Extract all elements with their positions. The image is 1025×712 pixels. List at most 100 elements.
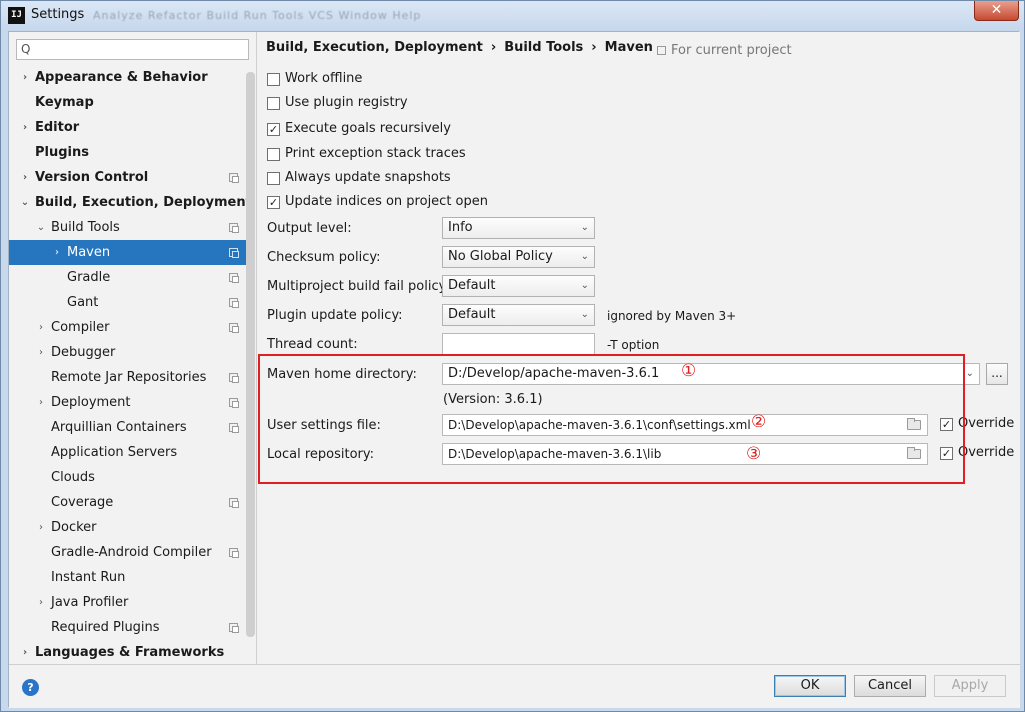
output-level-label: Output level:	[267, 221, 352, 236]
project-scope-icon	[229, 623, 239, 633]
sidebar-item-label: Compiler	[51, 320, 110, 335]
sidebar-item-coverage[interactable]: Coverage	[9, 490, 246, 515]
checkbox-label: Use plugin registry	[285, 95, 408, 110]
project-scope-note: For current project	[657, 43, 792, 58]
settings-window: IJ Settings Analyze Refactor Build Run T…	[0, 0, 1025, 712]
window-title: Settings	[31, 7, 85, 22]
sidebar-item-arquillian-containers[interactable]: Arquillian Containers	[9, 415, 246, 440]
browse-button[interactable]: ...	[986, 363, 1008, 385]
sidebar-item-appearance-behavior[interactable]: › Appearance & Behavior	[9, 65, 246, 90]
sidebar-item-languages-frameworks[interactable]: › Languages & Frameworks	[9, 640, 246, 665]
sidebar-item-instant-run[interactable]: Instant Run	[9, 565, 246, 590]
sidebar-item-maven[interactable]: › Maven	[9, 240, 246, 265]
chevron-right-icon[interactable]: ›	[36, 590, 46, 615]
sidebar-item-gant[interactable]: Gant	[9, 290, 246, 315]
chevron-down-icon: ⌄	[580, 309, 589, 320]
sidebar-item-label: Gant	[67, 295, 99, 310]
override-label: Override	[958, 416, 1015, 431]
project-scope-icon	[229, 398, 239, 408]
thread-count-input[interactable]	[442, 333, 595, 355]
update-indices-checkbox[interactable]: ✓	[267, 196, 280, 209]
sidebar-item-required-plugins[interactable]: Required Plugins	[9, 615, 246, 640]
thread-count-hint: -T option	[607, 338, 660, 352]
chevron-right-icon[interactable]: ›	[36, 315, 46, 340]
project-scope-icon	[229, 548, 239, 558]
sidebar-item-application-servers[interactable]: Application Servers	[9, 440, 246, 465]
sidebar-item-label: Build Tools	[51, 220, 120, 235]
project-scope-icon	[657, 46, 666, 55]
sidebar-item-build-tools[interactable]: ⌄ Build Tools	[9, 215, 246, 240]
project-scope-icon	[229, 273, 239, 283]
settings-sidebar: Q › Appearance & Behavior Keymap › Edito…	[9, 32, 256, 664]
use-plugin-registry-checkbox[interactable]	[267, 97, 280, 110]
checksum-policy-select[interactable]: No Global Policy ⌄	[442, 246, 595, 268]
plugin-update-policy-value: Default	[448, 307, 496, 322]
multiproject-fail-policy-label: Multiproject build fail policy:	[267, 279, 450, 294]
project-scope-icon	[229, 298, 239, 308]
multiproject-fail-policy-select[interactable]: Default ⌄	[442, 275, 595, 297]
ok-button[interactable]: OK	[774, 675, 846, 697]
sidebar-item-gradle[interactable]: Gradle	[9, 265, 246, 290]
project-scope-icon	[229, 423, 239, 433]
dialog-body: Q › Appearance & Behavior Keymap › Edito…	[8, 31, 1020, 708]
apply-button[interactable]: Apply	[934, 675, 1006, 697]
breadcrumb-part: Build Tools	[504, 40, 584, 55]
project-scope-icon	[229, 173, 239, 183]
sidebar-item-label: Appearance & Behavior	[35, 70, 208, 85]
sidebar-item-label: Debugger	[51, 345, 116, 360]
checksum-policy-value: No Global Policy	[448, 249, 553, 264]
chevron-right-icon[interactable]: ›	[20, 640, 30, 665]
sidebar-item-label: Required Plugins	[51, 620, 160, 635]
chevron-down-icon[interactable]: ⌄	[36, 215, 46, 240]
close-button[interactable]: ✕	[974, 1, 1019, 21]
title-bar: IJ Settings Analyze Refactor Build Run T…	[1, 1, 1024, 31]
sidebar-item-keymap[interactable]: Keymap	[9, 90, 246, 115]
always-update-snapshots-checkbox[interactable]	[267, 172, 280, 185]
plugin-update-policy-select[interactable]: Default ⌄	[442, 304, 595, 326]
sidebar-item-label: Java Profiler	[51, 595, 129, 610]
sidebar-item-deployment[interactable]: › Deployment	[9, 390, 246, 415]
chevron-right-icon[interactable]: ›	[20, 115, 30, 140]
help-icon[interactable]: ?	[22, 679, 39, 696]
output-level-select[interactable]: Info ⌄	[442, 217, 595, 239]
sidebar-item-label: Plugins	[35, 145, 89, 160]
sidebar-item-label: Deployment	[51, 395, 131, 410]
chevron-down-icon[interactable]: ⌄	[20, 190, 30, 215]
chevron-right-icon[interactable]: ›	[52, 240, 62, 265]
sidebar-item-remote-jar-repositories[interactable]: Remote Jar Repositories	[9, 365, 246, 390]
chevron-right-icon[interactable]: ›	[36, 340, 46, 365]
chevron-right-icon[interactable]: ›	[36, 390, 46, 415]
sidebar-item-build-execution-deployment[interactable]: ⌄ Build, Execution, Deployment	[9, 190, 252, 215]
sidebar-item-plugins[interactable]: Plugins	[9, 140, 246, 165]
sidebar-item-editor[interactable]: › Editor	[9, 115, 246, 140]
work-offline-checkbox[interactable]	[267, 73, 280, 86]
breadcrumb-separator: ›	[591, 40, 597, 55]
chevron-right-icon[interactable]: ›	[20, 165, 30, 190]
sidebar-item-gradle-android-compiler[interactable]: Gradle-Android Compiler	[9, 540, 246, 565]
project-scope-icon	[229, 498, 239, 508]
sidebar-item-label: Version Control	[35, 170, 149, 185]
breadcrumb-part: Maven	[604, 40, 653, 55]
sidebar-item-clouds[interactable]: Clouds	[9, 465, 246, 490]
chevron-right-icon[interactable]: ›	[20, 65, 30, 90]
sidebar-item-debugger[interactable]: › Debugger	[9, 340, 246, 365]
sidebar-item-compiler[interactable]: › Compiler	[9, 315, 246, 340]
sidebar-item-java-profiler[interactable]: › Java Profiler	[9, 590, 246, 615]
print-exception-stack-traces-checkbox[interactable]	[267, 148, 280, 161]
project-scope-icon	[229, 373, 239, 383]
project-scope-label: For current project	[671, 43, 792, 58]
sidebar-item-docker[interactable]: › Docker	[9, 515, 246, 540]
sidebar-item-label: Keymap	[35, 95, 94, 110]
sidebar-item-version-control[interactable]: › Version Control	[9, 165, 246, 190]
cancel-button[interactable]: Cancel	[854, 675, 926, 697]
sidebar-scrollbar[interactable]	[246, 72, 255, 637]
search-icon: Q	[21, 42, 31, 56]
execute-goals-recursively-checkbox[interactable]: ✓	[267, 123, 280, 136]
sidebar-item-label: Gradle	[67, 270, 111, 285]
output-level-value: Info	[448, 220, 473, 235]
search-input[interactable]	[37, 41, 245, 58]
dialog-button-bar: ? OK Cancel Apply	[9, 664, 1020, 708]
sidebar-item-label: Arquillian Containers	[51, 420, 187, 435]
chevron-right-icon[interactable]: ›	[36, 515, 46, 540]
settings-search[interactable]: Q	[16, 39, 249, 60]
